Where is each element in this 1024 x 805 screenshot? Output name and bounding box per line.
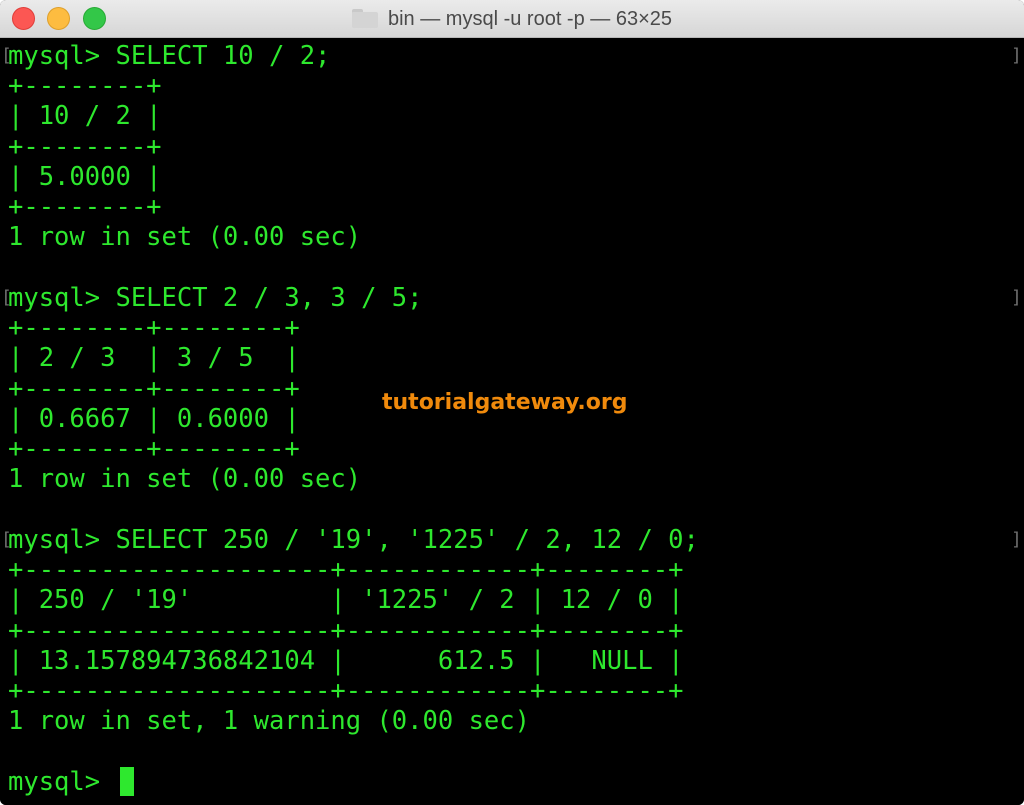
terminal-line: 1 row in set (0.00 sec) [8,464,362,494]
terminal-content[interactable]: [ ] [ ] [ ] mysql> SELECT 10 / 2; +-----… [0,38,1024,805]
terminal-line: | 0.6667 | 0.6000 | [8,404,300,434]
terminal-line: mysql> SELECT 10 / 2; [8,41,331,71]
prompt-mark-right: ] [1011,529,1022,550]
terminal-line: +--------+--------+ [8,374,300,404]
prompt-mark-right: ] [1011,287,1022,308]
terminal-prompt: mysql> [8,767,116,797]
text-cursor [120,767,134,796]
window-title-text: bin — mysql -u root -p — 63×25 [387,8,672,30]
terminal-line: | 10 / 2 | [8,101,162,131]
terminal-line: +--------------------+------------+-----… [8,676,684,706]
terminal-line: +--------------------+------------+-----… [8,616,684,646]
watermark: tutorialgateway.org [382,390,628,415]
terminal-line: | 250 / '19' | '1225' / 2 | 12 / 0 | [8,585,684,615]
terminal-line: | 5.0000 | [8,162,162,192]
window-title: bin — mysql -u root -p — 63×25 [0,0,1024,38]
terminal-line: +--------+ [8,71,162,101]
terminal-line: mysql> SELECT 2 / 3, 3 / 5; [8,283,423,313]
folder-icon [351,9,378,28]
terminal-line: | 2 / 3 | 3 / 5 | [8,343,300,373]
prompt-mark-right: ] [1011,45,1022,66]
terminal-line: +--------+ [8,132,162,162]
terminal-line: +--------+--------+ [8,313,300,343]
terminal-line: +--------+--------+ [8,434,300,464]
terminal-line: +--------------------+------------+-----… [8,555,684,585]
title-bar[interactable]: bin — mysql -u root -p — 63×25 [0,0,1024,38]
terminal-line: +--------+ [8,192,162,222]
terminal-window: bin — mysql -u root -p — 63×25 [ ] [ ] [… [0,0,1024,805]
terminal-line: mysql> SELECT 250 / '19', '1225' / 2, 12… [8,525,699,555]
terminal-line: 1 row in set, 1 warning (0.00 sec) [8,706,530,736]
terminal-line: 1 row in set (0.00 sec) [8,222,362,252]
terminal-line: | 13.157894736842104 | 612.5 | NULL | [8,646,684,676]
